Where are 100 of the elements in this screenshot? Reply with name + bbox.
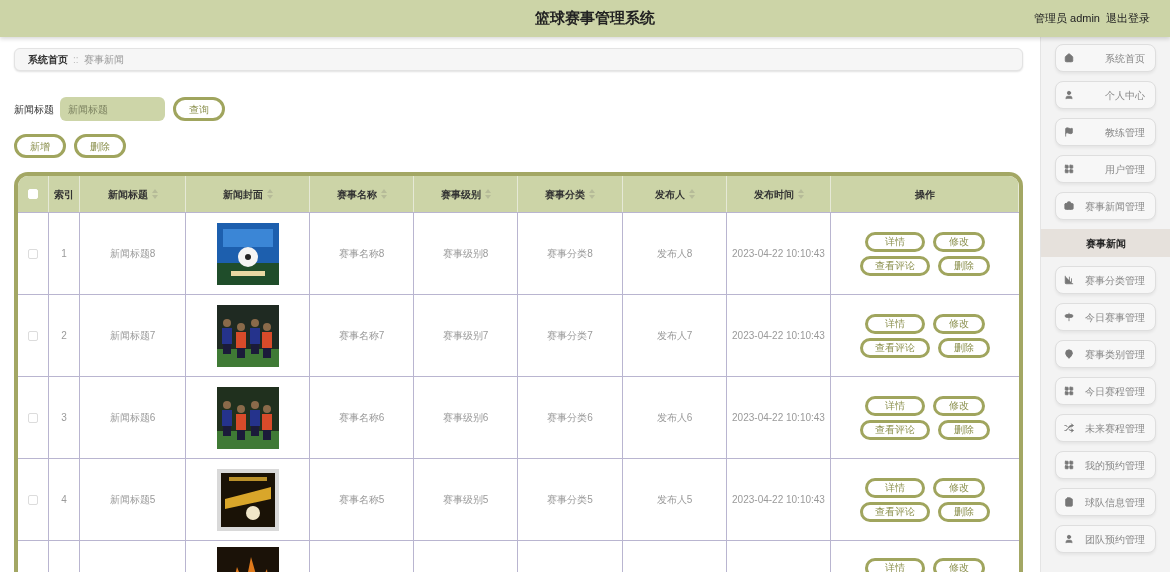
table-cell: 新闻标题6 — [80, 377, 186, 458]
briefcase-icon — [1064, 201, 1074, 211]
menu-item[interactable]: 今日赛事管理 — [1055, 303, 1156, 331]
menu-item[interactable]: 赛事分类管理 — [1055, 266, 1156, 294]
breadcrumb-separator: :: — [73, 53, 79, 67]
table-cell: 4 — [49, 459, 80, 540]
submenu-item[interactable]: 赛事新闻 — [1041, 229, 1170, 257]
action-button[interactable]: 删除 — [938, 419, 990, 440]
table-cell: 赛事分类8 — [518, 213, 623, 294]
home-icon — [1064, 53, 1074, 63]
action-button[interactable]: 修改 — [933, 313, 985, 334]
column-header[interactable]: 新闻标题 — [80, 176, 186, 212]
table-cell: 赛事级别6 — [414, 377, 518, 458]
grid-icon — [1064, 386, 1074, 396]
sort-icon[interactable] — [797, 189, 804, 199]
column-header[interactable]: 新闻封面 — [186, 176, 310, 212]
table-cell: 赛事名称5 — [310, 459, 414, 540]
table-cell: 1 — [49, 213, 80, 294]
table-cell: 新闻标题5 — [80, 459, 186, 540]
column-header: 索引 — [49, 176, 80, 212]
menu-item[interactable]: 系统首页 — [1055, 44, 1156, 72]
table-cell: 发布人5 — [623, 459, 727, 540]
user-icon — [1064, 90, 1074, 100]
menu-item[interactable]: 球队信息管理 — [1055, 488, 1156, 516]
menu-item[interactable]: 教练管理 — [1055, 118, 1156, 146]
flag-icon — [1064, 127, 1074, 137]
column-header[interactable]: 发布人 — [623, 176, 727, 212]
grid-icon — [1064, 460, 1074, 470]
search-label: 新闻标题 — [14, 102, 54, 117]
column-header[interactable]: 赛事分类 — [518, 176, 623, 212]
checkbox[interactable] — [28, 494, 38, 505]
action-button[interactable]: 查看评论 — [860, 255, 930, 276]
column-header[interactable]: 赛事级别 — [414, 176, 518, 212]
action-button[interactable]: 详情 — [865, 558, 925, 572]
user-icon — [1064, 534, 1074, 544]
table-cell: 赛事名称8 — [310, 213, 414, 294]
action-button[interactable]: 修改 — [933, 558, 985, 572]
search-button[interactable]: 查询 — [173, 97, 225, 121]
menu-item[interactable]: 个人中心 — [1055, 81, 1156, 109]
table-cell: 赛事名称7 — [310, 295, 414, 376]
action-button[interactable]: 详情 — [865, 231, 925, 252]
column-header: 操作 — [831, 176, 1019, 212]
sort-icon[interactable] — [589, 189, 595, 199]
table-cell: 赛事名称6 — [310, 377, 414, 458]
table-cell: 赛事级别5 — [414, 459, 518, 540]
search-field[interactable]: 新闻标题 — [60, 97, 165, 121]
menu-item[interactable]: 用户管理 — [1055, 155, 1156, 183]
action-button[interactable]: 删除 — [938, 337, 990, 358]
menu-item[interactable]: 我的预约管理 — [1055, 451, 1156, 479]
toolbar-button[interactable]: 新增 — [14, 134, 66, 158]
table-cell: 2023-04-22 10:10:43 — [727, 377, 831, 458]
action-button[interactable]: 详情 — [865, 313, 925, 334]
column-header[interactable]: 发布时间 — [727, 176, 831, 212]
sort-icon[interactable] — [484, 189, 491, 199]
checkbox[interactable] — [28, 248, 38, 259]
action-button[interactable]: 详情 — [865, 477, 925, 498]
table-cell: 发布人6 — [623, 377, 727, 458]
logout-link[interactable]: 退出登录 — [1106, 10, 1150, 27]
menu-item[interactable]: 今日赛程管理 — [1055, 377, 1156, 405]
toolbar-button[interactable]: 删除 — [74, 134, 126, 158]
action-button[interactable]: 查看评论 — [860, 337, 930, 358]
grid-icon — [1064, 164, 1074, 174]
action-button[interactable]: 修改 — [933, 395, 985, 416]
table-cell: 赛事分类5 — [518, 459, 623, 540]
app-title: 篮球赛事管理系统 — [535, 8, 655, 29]
shuffle-icon — [1064, 423, 1074, 433]
action-button[interactable]: 详情 — [865, 395, 925, 416]
table-cell: 赛事级别8 — [414, 213, 518, 294]
action-button[interactable]: 查看评论 — [860, 419, 930, 440]
action-button[interactable]: 删除 — [938, 255, 990, 276]
column-header[interactable]: 赛事名称 — [310, 176, 414, 212]
table-cell: 新闻标题8 — [80, 213, 186, 294]
table-cell: 赛事分类6 — [518, 377, 623, 458]
action-button[interactable]: 修改 — [933, 231, 985, 252]
user-label: 管理员 admin — [1033, 11, 1100, 27]
checkbox[interactable] — [28, 412, 38, 423]
sort-icon[interactable] — [151, 189, 158, 199]
table-cell: 新闻标题7 — [80, 295, 186, 376]
breadcrumb-link[interactable]: 系统首页 — [28, 52, 68, 67]
signpost-icon — [1064, 312, 1074, 322]
menu-item[interactable]: 赛事类别管理 — [1055, 340, 1156, 368]
menu-item[interactable]: 赛事新闻管理 — [1055, 192, 1156, 220]
action-button[interactable]: 查看评论 — [860, 501, 930, 522]
table-cell: 2023-04-22 10:10:43 — [727, 295, 831, 376]
action-button[interactable]: 修改 — [933, 477, 985, 498]
table-cell: 2 — [49, 295, 80, 376]
table-cell: 赛事分类7 — [518, 295, 623, 376]
menu-item[interactable]: 未来赛程管理 — [1055, 414, 1156, 442]
sort-icon[interactable] — [380, 189, 387, 199]
table-cell: 赛事级别7 — [414, 295, 518, 376]
menu-item[interactable]: 团队预约管理 — [1055, 525, 1156, 553]
pin-icon — [1064, 349, 1074, 359]
checkbox[interactable] — [28, 330, 38, 341]
table-cell: 发布人8 — [623, 213, 727, 294]
sort-icon[interactable] — [688, 189, 695, 199]
table-cell: 3 — [49, 377, 80, 458]
table-cell: 2023-04-22 10:10:43 — [727, 213, 831, 294]
breadcrumb-current: 赛事新闻 — [83, 53, 124, 67]
sort-icon[interactable] — [266, 189, 273, 199]
action-button[interactable]: 删除 — [938, 501, 990, 522]
